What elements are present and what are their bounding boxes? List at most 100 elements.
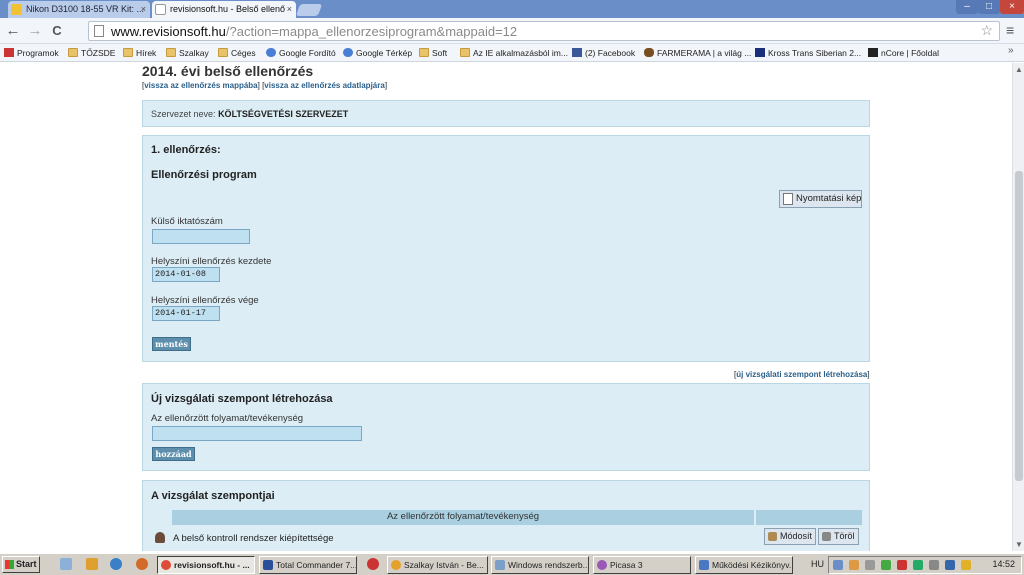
task-kezikonyv[interactable]: Működési Kézikönyv... [695,556,793,574]
points-title: A vizsgálat szempontjai [151,490,275,502]
google-maps-icon [343,48,353,57]
apps-icon [4,48,14,57]
check-title: 1. ellenőrzés: [151,144,221,156]
table-header: Az ellenőrzött folyamat/tevékenység [172,510,754,525]
chrome-icon [161,560,171,570]
reload-icon[interactable]: C [48,22,66,40]
ext-id-label: Külső iktatószám [151,216,223,227]
back-icon[interactable]: ← [4,22,22,40]
folder-icon [460,48,470,57]
task-windows[interactable]: Windows rendszerb... [491,556,589,574]
mail-tray-icon[interactable] [865,560,875,570]
back-to-folder-link[interactable]: vissza az ellenőrzés mappába [144,81,257,90]
windows-flag-icon [5,560,14,569]
modify-button[interactable]: Módosít [764,528,817,545]
sync-icon[interactable] [913,560,923,570]
bookmark-ncore[interactable]: nCore | Főoldal [868,46,939,60]
show-desktop-icon[interactable] [60,558,72,570]
tab-revisionsoft[interactable]: revisionsoft.hu - Belső ellenő × [152,1,296,18]
back-to-datasheet-link[interactable]: vissza az ellenőrzés adatlapjára [264,81,385,90]
page-favicon-icon [155,4,166,15]
firefox-icon[interactable] [136,558,148,570]
org-name: KÖLTSÉGVETÉSI SZERVEZET [218,109,349,119]
volume-icon[interactable] [929,560,939,570]
window-icon [495,560,505,570]
bookmark-tozsde[interactable]: TŐZSDE [68,46,115,60]
new-point-link[interactable]: új vizsgálati szempont létrehozása [736,370,867,379]
mail-icon [391,560,401,570]
task-total-commander[interactable]: Total Commander 7.... [259,556,357,574]
maximize-button[interactable]: □ [978,0,1000,14]
network-icon[interactable] [833,560,843,570]
opera-icon[interactable] [367,558,379,570]
tab-strip: Nikon D3100 18-55 VR Kit: ... × revision… [0,0,1024,18]
bookmark-star-icon[interactable]: ☆ [980,22,993,39]
page-scrollbar[interactable]: ▲ ▼ [1012,63,1024,551]
task-szalkay[interactable]: Szalkay István - Be... [387,556,488,574]
process-input[interactable] [152,426,362,441]
window-close-button[interactable]: × [1000,0,1024,14]
taskbar: Start revisionsoft.hu - ... Total Comman… [0,553,1024,575]
update-icon[interactable] [881,560,891,570]
save-button[interactable]: mentés [152,337,191,351]
bookmark-farmerama[interactable]: FARMERAMA | a világ ... [644,46,751,60]
user-icon [155,532,165,543]
scroll-down-icon[interactable]: ▼ [1015,540,1023,549]
delete-icon [822,532,831,541]
tab-nikon[interactable]: Nikon D3100 18-55 VR Kit: ... × [8,1,150,18]
onsite-end-input[interactable]: 2014-01-17 [152,306,220,321]
folder-icon [123,48,133,57]
bluetooth-icon[interactable] [945,560,955,570]
start-button[interactable]: Start [2,556,40,573]
folder-icon [68,48,78,57]
organization-panel: Szervezet neve: KÖLTSÉGVETÉSI SZERVEZET [142,100,870,127]
bookmark-hirek[interactable]: Hírek [123,46,156,60]
print-view-button[interactable]: Nyomtatási kép [779,190,862,208]
table-header-actions [756,510,862,525]
folder-icon [218,48,228,57]
onsite-end-label: Helyszíni ellenőrzés vége [151,295,259,306]
add-button[interactable]: hozzáad [152,447,195,461]
onsite-start-input[interactable]: 2014-01-08 [152,267,220,282]
bookmark-google-fordito[interactable]: Google Fordító [266,46,336,60]
program-panel: 1. ellenőrzés: Ellenőrzési program Nyomt… [142,135,870,362]
language-indicator[interactable]: HU [811,559,824,569]
facebook-icon [572,48,582,57]
forward-icon[interactable]: → [26,22,44,40]
media-player-icon[interactable] [86,558,98,570]
new-tab-button[interactable] [295,4,323,16]
bookmark-ceges[interactable]: Céges [218,46,256,60]
bookmark-facebook[interactable]: (2) Facebook [572,46,635,60]
ie-icon[interactable] [110,558,122,570]
bookmark-soft[interactable]: Soft [419,46,447,60]
address-bar[interactable]: www.revisionsoft.hu/?action=mappa_elleno… [88,21,1000,41]
task-picasa[interactable]: Picasa 3 [593,556,691,574]
bookmark-ie-import[interactable]: Az IE alkalmazásból im... [460,46,568,60]
bookmark-kross[interactable]: Kross Trans Siberian 2... [755,46,861,60]
security-icon[interactable] [897,560,907,570]
scroll-up-icon[interactable]: ▲ [1015,65,1023,74]
battery-icon[interactable] [961,560,971,570]
task-revisionsoft[interactable]: revisionsoft.hu - ... [157,556,255,574]
ext-id-input[interactable] [152,229,250,244]
new-point-link-wrap: [új vizsgálati szempont létrehozása] [734,370,870,379]
more-bookmarks-icon[interactable]: » [1008,45,1014,56]
bookmark-szalkay[interactable]: Szalkay [166,46,209,60]
table-row-text: A belső kontroll rendszer kiépítettsége [173,533,334,544]
url-text: www.revisionsoft.hu/?action=mappa_elleno… [111,24,518,39]
scroll-thumb[interactable] [1015,171,1023,481]
bookmark-google-terkep[interactable]: Google Térkép [343,46,412,60]
google-translate-icon [266,48,276,57]
page-title: 2014. évi belső ellenőrzés [142,63,314,79]
new-point-panel: Új vizsgálati szempont létrehozása Az el… [142,383,870,471]
minimize-button[interactable]: – [956,0,978,14]
antivirus-icon[interactable] [849,560,859,570]
program-title: Ellenőrzési program [151,169,257,181]
onsite-start-label: Helyszíni ellenőrzés kezdete [151,256,272,267]
delete-button[interactable]: Töröl [818,528,859,545]
bookmark-programok[interactable]: Programok [4,46,59,60]
chrome-menu-icon[interactable]: ≡ [1006,22,1018,38]
close-tab-icon[interactable]: × [141,1,146,17]
clock[interactable]: 14:52 [992,559,1015,569]
close-tab-icon[interactable]: × [287,1,292,17]
